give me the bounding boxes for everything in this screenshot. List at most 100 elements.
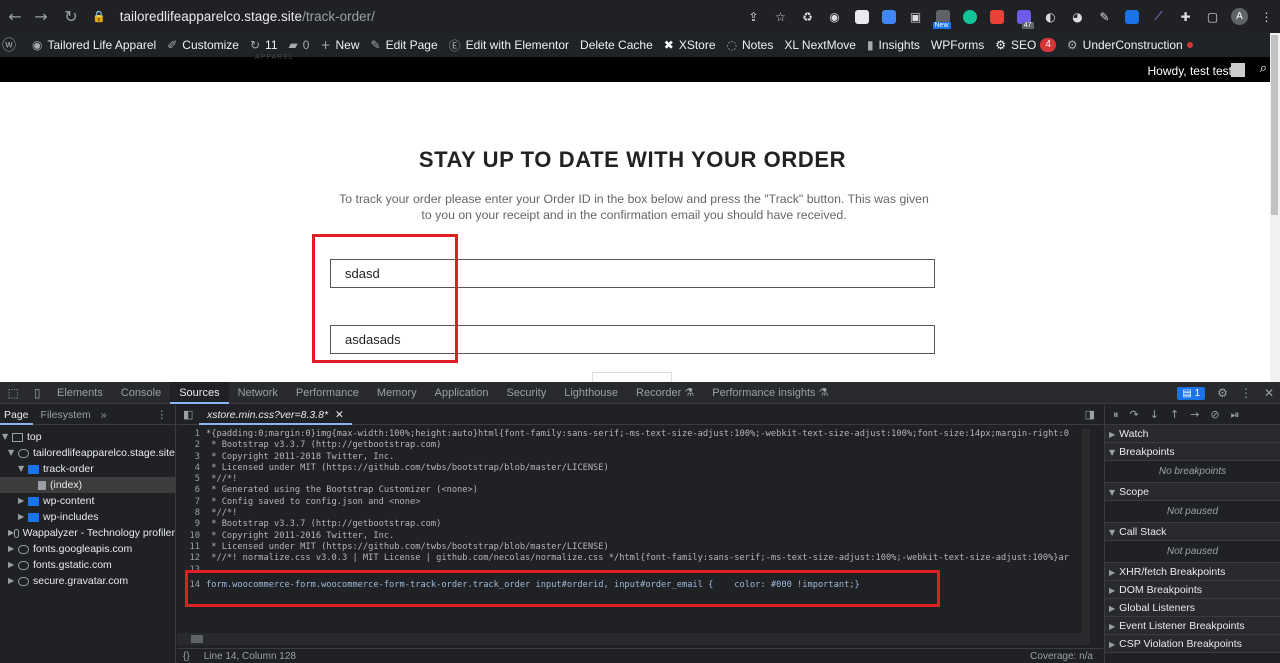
tab-page[interactable]: Page <box>0 404 33 425</box>
page-scrollbar-thumb[interactable] <box>1271 35 1278 215</box>
forward-icon[interactable]: → <box>28 7 54 26</box>
tab-application[interactable]: Application <box>426 382 498 404</box>
recycle-extension-icon[interactable]: ♻ <box>796 9 820 25</box>
debugger-section-header[interactable]: ▶ Global Listeners <box>1105 599 1280 617</box>
wp-edit-elementor[interactable]: Ⓔ Edit with Elementor <box>449 37 569 54</box>
tree-item[interactable]: ▶ secure.gravatar.com <box>0 573 175 589</box>
debugger-section-header[interactable]: ▼ Call Stack <box>1105 523 1280 541</box>
search-icon[interactable]: ⌕ <box>1260 61 1267 76</box>
bookmark-star-icon[interactable]: ☆ <box>769 9 793 25</box>
extension-icon-4[interactable]: ◐ <box>1039 9 1063 25</box>
code-line[interactable]: 2 * Bootstrap v3.3.7 (http://getbootstra… <box>177 440 1090 451</box>
tab-security[interactable]: Security <box>497 382 555 404</box>
tab-network[interactable]: Network <box>229 382 287 404</box>
wp-updates[interactable]: ↻ 11 <box>250 38 278 52</box>
tree-item[interactable]: (index) <box>0 477 175 493</box>
code-line[interactable]: 5 *//*! <box>177 474 1090 485</box>
new-extension-icon[interactable]: New <box>931 9 955 29</box>
tree-item[interactable]: ▶ fonts.googleapis.com <box>0 541 175 557</box>
line-number[interactable]: 10 <box>177 531 206 542</box>
navigator-menu-icon[interactable]: ⋮ <box>157 409 168 421</box>
inspect-icon[interactable]: ⬚ <box>8 386 19 400</box>
line-number[interactable]: 3 <box>177 452 206 463</box>
tree-item[interactable]: ▶ wp-content <box>0 493 175 509</box>
debugger-section-header[interactable]: ▼ Scope <box>1105 483 1280 501</box>
wp-xstore[interactable]: ✖ XStore <box>664 38 716 52</box>
kebab-menu-icon[interactable]: ⋮ <box>1255 9 1279 25</box>
tree-item[interactable]: ▼ tailoredlifeapparelco.stage.site <box>0 445 175 461</box>
close-tab-icon[interactable]: ✕ <box>335 409 344 421</box>
tab-sources[interactable]: Sources <box>170 381 229 404</box>
wp-wpforms[interactable]: WPForms <box>931 38 984 52</box>
wp-customize[interactable]: ✐ Customize <box>167 38 239 52</box>
globe-extension-icon[interactable]: ◉ <box>823 9 847 25</box>
debugger-section-header[interactable]: ▶ Event Listener Breakpoints <box>1105 617 1280 635</box>
lock-icon[interactable]: 🔒 <box>92 10 106 23</box>
avatar[interactable] <box>1231 63 1245 77</box>
debugger-section-header[interactable]: ▶ XHR/fetch Breakpoints <box>1105 563 1280 581</box>
meeting-extension-icon[interactable] <box>1120 9 1144 25</box>
debugger-section-header[interactable]: ▶ DOM Breakpoints <box>1105 581 1280 599</box>
step-into-icon[interactable]: ↓ <box>1150 408 1159 421</box>
tree-item[interactable]: ▼ track-order <box>0 461 175 477</box>
debugger-section-header[interactable]: ▶ Watch <box>1105 425 1280 443</box>
tab-memory[interactable]: Memory <box>368 382 426 404</box>
line-number[interactable]: 8 <box>177 508 206 519</box>
pretty-print-icon[interactable]: {} <box>183 651 190 662</box>
open-file-tab[interactable]: xstore.min.css?ver=8.3.8* ✕ <box>199 404 352 425</box>
tree-item[interactable]: ▶ fonts.gstatic.com <box>0 557 175 573</box>
code-line[interactable]: 9 * Bootstrap v3.3.7 (http://getbootstra… <box>177 519 1090 530</box>
extension-icon-2[interactable] <box>877 9 901 25</box>
wp-under-construction[interactable]: ⚙ UnderConstruction <box>1067 38 1193 52</box>
wp-seo[interactable]: ⚙ SEO 4 <box>995 38 1056 52</box>
step-icon[interactable]: → <box>1190 408 1199 421</box>
line-number[interactable]: 1 <box>177 429 206 440</box>
tab-console[interactable]: Console <box>112 382 170 404</box>
toggle-navigator-icon[interactable]: ◧ <box>183 408 193 421</box>
line-number[interactable]: 12 <box>177 553 206 564</box>
line-number[interactable]: 9 <box>177 519 206 530</box>
code-line[interactable]: 8 *//*! <box>177 508 1090 519</box>
close-devtools-icon[interactable]: ✕ <box>1264 386 1274 400</box>
more-tabs-icon[interactable]: » <box>101 409 107 421</box>
step-over-icon[interactable]: ↷ <box>1130 408 1139 421</box>
wp-edit-page[interactable]: ✎ Edit Page <box>371 38 438 52</box>
wp-insights[interactable]: ▮ Insights <box>867 38 920 52</box>
code-line[interactable]: 7 * Config saved to config.json and <non… <box>177 497 1090 508</box>
extension-icon-3[interactable] <box>985 9 1009 25</box>
tree-item[interactable]: ▼ top <box>0 429 175 445</box>
pause-icon[interactable]: ⏸ <box>1113 408 1119 422</box>
puzzle-icon[interactable]: ✚ <box>1174 9 1198 25</box>
code-line[interactable]: 4 * Licensed under MIT (https://github.c… <box>177 463 1090 474</box>
deactivate-breakpoints-icon[interactable]: ⊘ <box>1210 408 1219 421</box>
wp-new[interactable]: + New <box>320 38 359 52</box>
tree-item[interactable]: ▶ wp-includes <box>0 509 175 525</box>
more-options-icon[interactable]: ⋮ <box>1240 386 1252 400</box>
camera-extension-icon[interactable]: ▣ <box>904 9 928 25</box>
editor-vscrollbar[interactable] <box>1082 429 1090 633</box>
step-out-icon[interactable]: ↑ <box>1170 408 1179 421</box>
tab-lighthouse[interactable]: Lighthouse <box>555 382 627 404</box>
debugger-section-header[interactable]: ▶ CSP Violation Breakpoints <box>1105 635 1280 653</box>
reload-icon[interactable]: ↻ <box>58 7 84 26</box>
tab-recorder[interactable]: Recorder ⚗ <box>627 382 703 404</box>
sidepanel-icon[interactable]: ▢ <box>1201 9 1225 25</box>
hscroll-thumb[interactable] <box>191 635 203 643</box>
line-number[interactable]: 5 <box>177 474 206 485</box>
howdy-user[interactable]: Howdy, test test <box>1148 64 1232 78</box>
editor-hscrollbar[interactable] <box>177 633 1090 645</box>
line-number[interactable]: 6 <box>177 485 206 496</box>
pen-extension-icon[interactable]: ✎ <box>1093 9 1117 25</box>
code-line[interactable]: 6 * Generated using the Bootstrap Custom… <box>177 485 1090 496</box>
wp-delete-cache[interactable]: Delete Cache <box>580 38 653 52</box>
code-line[interactable]: 12 *//*! normalize.css v3.0.3 | MIT Lice… <box>177 553 1090 564</box>
code-line[interactable]: 3 * Copyright 2011-2018 Twitter, Inc. <box>177 452 1090 463</box>
wp-xl-nextmove[interactable]: XL NextMove <box>784 38 856 52</box>
counter-extension-icon[interactable]: 47 <box>1012 9 1036 29</box>
extension-icon-6[interactable]: ⟋ <box>1147 9 1171 25</box>
tab-elements[interactable]: Elements <box>48 382 112 404</box>
extension-icon-1[interactable] <box>850 9 874 25</box>
share-icon[interactable]: ⇪ <box>742 9 766 25</box>
tab-filesystem[interactable]: Filesystem <box>41 409 91 421</box>
wp-notes[interactable]: ◌ Notes <box>727 38 774 52</box>
